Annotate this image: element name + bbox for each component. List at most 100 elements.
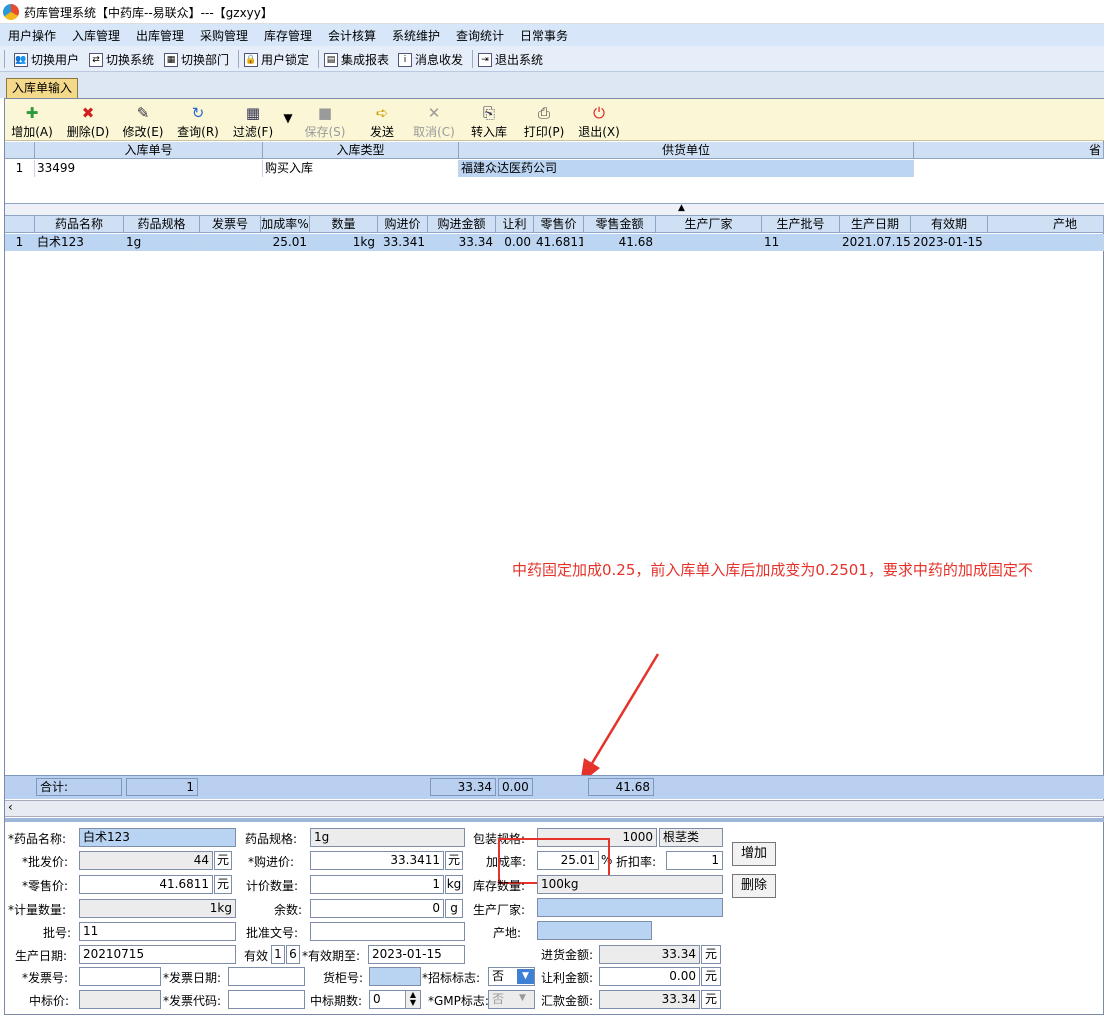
discount-rate-field[interactable]: 1 — [666, 851, 723, 870]
cancel-button[interactable]: ✕ 取消(C) — [409, 104, 459, 140]
filter-dropdown-icon[interactable]: ▼ — [281, 111, 295, 125]
origin-field[interactable] — [537, 921, 652, 940]
purchase-price-field[interactable]: 33.3411 — [310, 851, 444, 870]
row-invoice[interactable] — [200, 234, 261, 251]
gmp-select[interactable]: 否 — [488, 990, 535, 1009]
detail-col-spec: 药品规格 — [124, 216, 200, 233]
valid-b-field[interactable]: 6 — [286, 945, 300, 964]
menu-stock-out[interactable]: 出库管理 — [136, 27, 184, 44]
form-delete-button[interactable]: 删除 — [732, 874, 776, 898]
switch-icon: ⇄ — [89, 52, 103, 67]
report-button[interactable]: ▤ 集成报表 — [324, 51, 389, 68]
wholesale-field[interactable]: 44 — [79, 851, 213, 870]
print-button[interactable]: ⎙ 打印(P) — [519, 104, 569, 140]
menu-accounting[interactable]: 会计核算 — [328, 27, 376, 44]
invoice-code-field[interactable] — [228, 990, 305, 1009]
remainder-field[interactable]: 0 — [310, 899, 444, 918]
switch-user-button[interactable]: 👥 切换用户 — [14, 51, 79, 68]
menu-query[interactable]: 查询统计 — [456, 27, 504, 44]
row-expiry[interactable]: 2023-01-15 — [911, 234, 988, 251]
invoice-code-label: *发票代码: — [163, 994, 222, 1008]
row-price[interactable]: 33.341 — [378, 234, 428, 251]
batch-field[interactable]: 11 — [79, 922, 236, 941]
totals-amount: 33.34 — [430, 778, 496, 796]
add-button[interactable]: ✚ 增加(A) — [9, 104, 55, 140]
row-maker[interactable] — [656, 234, 762, 251]
transfer-in-button[interactable]: ⎘ 转入库 — [467, 104, 511, 140]
row-discount[interactable]: 0.00 — [496, 234, 534, 251]
approval-label: 批准文号: — [246, 926, 299, 940]
report-icon: ▤ — [324, 52, 338, 67]
row-name[interactable]: 白术123 — [35, 234, 124, 251]
switch-dept-button[interactable]: ▦ 切换部门 — [164, 51, 229, 68]
menu-inventory[interactable]: 库存管理 — [264, 27, 312, 44]
query-button[interactable]: ↻ 查询(R) — [173, 104, 223, 140]
valid-a-field[interactable]: 1 — [271, 945, 285, 964]
row-batch[interactable]: 11 — [762, 234, 840, 251]
menu-user-ops[interactable]: 用户操作 — [8, 27, 56, 44]
stock-qty-field[interactable]: 100kg — [537, 875, 723, 894]
row-spec[interactable]: 1g — [124, 234, 200, 251]
lock-user-button[interactable]: 🔒 用户锁定 — [244, 51, 309, 68]
menu-system[interactable]: 系统维护 — [392, 27, 440, 44]
remit-field[interactable]: 33.34 — [599, 990, 700, 1009]
origin-label: 产地: — [493, 926, 522, 940]
retail-field[interactable]: 41.6811 — [79, 875, 213, 894]
row-origin[interactable] — [988, 234, 1104, 251]
row-prod-date[interactable]: 2021.07.15 — [840, 234, 911, 251]
horizontal-scrollbar[interactable] — [5, 800, 1104, 817]
in-amount-field[interactable]: 33.34 — [599, 945, 700, 964]
filter-button[interactable]: ▦ 过滤(F) — [228, 104, 278, 140]
splitter[interactable] — [5, 204, 1104, 216]
doc-type-cell[interactable]: 购买入库 — [263, 160, 459, 177]
printer-icon: ⎙ — [537, 104, 550, 122]
send-button[interactable]: ➪ 发送 — [360, 104, 404, 140]
doc-no-cell[interactable]: 33499 — [35, 160, 263, 177]
menu-bar: 用户操作 入库管理 出库管理 采购管理 库存管理 会计核算 系统维护 查询统计 … — [0, 24, 1104, 46]
menu-stock-in[interactable]: 入库管理 — [72, 27, 120, 44]
delete-button[interactable]: ✖ 删除(D) — [63, 104, 113, 140]
save-button[interactable]: ■ 保存(S) — [300, 104, 350, 140]
edit-button[interactable]: ✎ 修改(E) — [118, 104, 168, 140]
menu-daily[interactable]: 日常事务 — [520, 27, 568, 44]
row-amount[interactable]: 33.34 — [428, 234, 496, 251]
prod-date-field[interactable]: 20210715 — [79, 945, 236, 964]
exit-button[interactable]: ⏻ 退出(X) — [574, 104, 624, 140]
row-qty[interactable]: 1kg — [310, 234, 378, 251]
rebate-amount-field[interactable]: 0.00 — [599, 967, 700, 986]
spec-field[interactable]: 1g — [310, 828, 465, 847]
app-logo-icon — [3, 4, 19, 20]
bid-price-field[interactable] — [79, 990, 161, 1009]
exit-system-button[interactable]: ⇥ 退出系统 — [478, 51, 543, 68]
row-retail-amount[interactable]: 41.68 — [584, 234, 656, 251]
pricing-qty-label: 计价数量: — [246, 879, 299, 893]
row-retail[interactable]: 41.6811 — [534, 234, 584, 251]
bid-flag-dropdown-icon[interactable]: ▼ — [517, 969, 534, 984]
header-col-more: 省 — [914, 142, 1104, 159]
pricing-qty-field[interactable]: 1 — [310, 875, 444, 894]
supplier-cell[interactable]: 福建众达医药公司 — [459, 160, 914, 177]
rebate-amount-unit: 元 — [701, 967, 721, 986]
invoice-date-field[interactable] — [228, 967, 305, 986]
stepper-icon[interactable]: ▲ ▼ — [405, 991, 420, 1008]
measure-qty-field[interactable]: 1kg — [79, 899, 236, 918]
expiry-field[interactable]: 2023-01-15 — [368, 945, 465, 964]
menu-purchase[interactable]: 采购管理 — [200, 27, 248, 44]
invoice-no-field[interactable] — [79, 967, 161, 986]
row-markup[interactable]: 25.01 — [261, 234, 310, 251]
form-add-button[interactable]: 增加 — [732, 842, 776, 866]
maker-field[interactable] — [537, 898, 723, 917]
tab-stock-in-entry[interactable]: 入库单输入 — [6, 78, 78, 98]
splitter-up-icon[interactable]: ▲ — [678, 203, 685, 213]
drug-name-field[interactable]: 白术123 — [79, 828, 236, 847]
detail-col-batch: 生产批号 — [762, 216, 840, 233]
approval-field[interactable] — [310, 922, 465, 941]
gmp-dropdown-icon[interactable]: ▼ — [519, 993, 526, 1003]
shelf-field[interactable] — [369, 967, 421, 986]
switch-system-button[interactable]: ⇄ 切换系统 — [89, 51, 154, 68]
message-button[interactable]: i 消息收发 — [398, 51, 463, 68]
scroll-left-icon[interactable]: ‹ — [8, 800, 13, 814]
pack-unit-field[interactable]: 根茎类 — [659, 828, 723, 847]
bid-flag-label: *招标标志: — [422, 971, 481, 985]
detail-col-rowno — [5, 216, 35, 233]
